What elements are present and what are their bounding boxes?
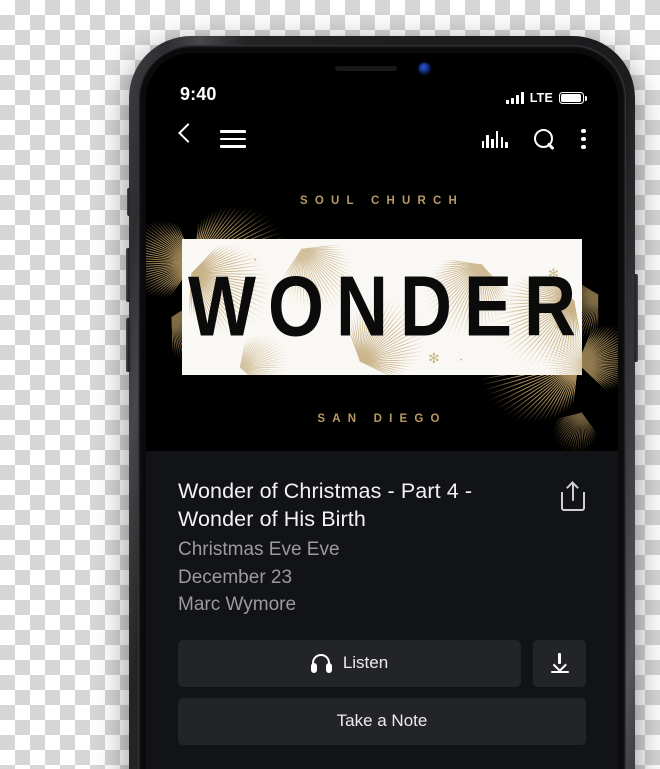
battery-full-icon <box>559 91 587 105</box>
share-button[interactable] <box>560 477 586 511</box>
signal-bars-icon <box>506 92 524 104</box>
series-artwork: SOUL CHURCH • ✻ • ✻ ✻ • WONDER SAN DIEGO <box>146 167 618 451</box>
headphones-icon <box>310 653 332 673</box>
equalizer-button[interactable] <box>481 130 508 148</box>
back-button[interactable] <box>178 126 194 152</box>
silent-switch-button[interactable] <box>127 188 131 216</box>
sermon-detail-card: Wonder of Christmas - Part 4 - Wonder of… <box>146 451 618 769</box>
sermon-date: December 23 <box>178 566 293 588</box>
share-icon <box>560 481 586 511</box>
phone-screen: 9:40 LTE SOUL CHURCH • ✻ • ✻ ✻ • WONDER … <box>146 53 618 769</box>
sermon-series: Christmas Eve Eve <box>178 539 340 560</box>
take-note-button-label: Take a Note <box>336 711 428 730</box>
earpiece-speaker-icon <box>334 65 397 71</box>
download-button[interactable] <box>533 639 586 687</box>
menu-button[interactable] <box>220 130 246 148</box>
overflow-menu-button[interactable] <box>581 128 586 150</box>
more-vertical-icon <box>581 128 586 150</box>
chevron-left-icon <box>178 126 194 152</box>
artwork-bottom-label: SAN DIEGO <box>317 413 447 425</box>
volume-up-button[interactable] <box>126 248 131 302</box>
listen-button[interactable]: Listen <box>178 639 521 687</box>
power-button[interactable] <box>633 274 638 362</box>
primary-action-row: Listen <box>178 639 586 687</box>
notch <box>276 53 488 83</box>
listen-button-label: Listen <box>342 653 389 672</box>
equalizer-icon <box>481 130 508 148</box>
status-clock: 9:40 <box>180 84 217 104</box>
artwork-top-label: SOUL CHURCH <box>300 195 464 207</box>
take-note-button[interactable]: Take a Note <box>178 697 586 745</box>
status-indicators: LTE <box>506 91 587 105</box>
artwork-series-title: WONDER <box>188 259 582 355</box>
navigation-bar <box>146 111 618 167</box>
hamburger-menu-icon <box>220 130 246 148</box>
download-icon <box>550 653 570 673</box>
network-label: LTE <box>529 91 553 105</box>
artwork-title-band: • ✻ • ✻ ✻ • WONDER <box>182 239 582 375</box>
search-button[interactable] <box>534 128 555 150</box>
sermon-speaker: Marc Wymore <box>178 594 297 615</box>
phone-device: 9:40 LTE SOUL CHURCH • ✻ • ✻ ✻ • WONDER … <box>126 36 638 769</box>
sermon-title: Wonder of Christmas - Part 4 - Wonder of… <box>178 479 473 531</box>
front-camera-icon <box>418 62 430 74</box>
volume-down-button[interactable] <box>126 318 131 372</box>
search-icon <box>534 128 555 150</box>
